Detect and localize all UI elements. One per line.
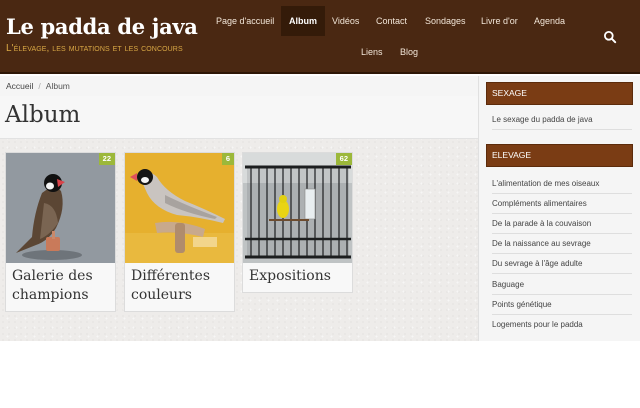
nav-sondages[interactable]: Sondages (417, 6, 474, 36)
search-icon[interactable] (603, 30, 617, 44)
album-card-galerie-des-champions[interactable]: 22 Galerie des champions (5, 152, 116, 312)
album-count-badge: 6 (221, 153, 234, 165)
album-count-badge: 22 (98, 153, 115, 165)
album-card-expositions[interactable]: 62 Expositions (242, 152, 353, 293)
site-header: Le padda de java L'élevage, les mutation… (0, 0, 640, 74)
album-title[interactable]: Galerie des champions (6, 263, 115, 311)
breadcrumb-separator: / (38, 81, 41, 91)
site-title[interactable]: Le padda de java (6, 14, 198, 39)
nav-videos[interactable]: Vidéos (324, 6, 367, 36)
sidebar-link[interactable]: Points génétique (492, 295, 632, 315)
site-tagline: L'élevage, les mutations et les concours (6, 43, 183, 54)
nav-blog[interactable]: Blog (392, 37, 426, 67)
sidebar-link[interactable]: Du sevrage à l'âge adulte (492, 254, 632, 274)
album-thumbnail-bird-image[interactable] (125, 153, 234, 263)
sidebar-link[interactable]: De la parade à la couvaison (492, 214, 632, 234)
sidebar-link[interactable]: De la naissance au sevrage (492, 234, 632, 254)
sidebar-heading-sexage: SEXAGE (486, 82, 633, 105)
sidebar-link[interactable]: Logements pour le padda (492, 315, 632, 335)
breadcrumb-current: Album (45, 81, 70, 91)
nav-livre-dor[interactable]: Livre d'or (473, 6, 526, 36)
breadcrumb-home[interactable]: Accueil (6, 81, 33, 91)
album-grid: 22 Galerie des champions 6 Différentes c… (0, 139, 478, 341)
breadcrumb: Accueil / Album (0, 76, 478, 96)
sidebar: SEXAGE Le sexage du padda de java ELEVAG… (478, 76, 640, 341)
sidebar-link[interactable]: Baguage (492, 275, 632, 295)
album-title[interactable]: Différentes couleurs (125, 263, 234, 311)
album-thumbnail-bird-image[interactable] (6, 153, 115, 263)
album-thumbnail-cage-image[interactable] (243, 153, 352, 263)
album-card-differentes-couleurs[interactable]: 6 Différentes couleurs (124, 152, 235, 312)
nav-liens[interactable]: Liens (353, 37, 391, 67)
nav-page-accueil[interactable]: Page d'accueil (208, 6, 282, 36)
nav-contact[interactable]: Contact (368, 6, 415, 36)
album-title[interactable]: Expositions (243, 263, 352, 292)
sidebar-link[interactable]: L'alimentation de mes oiseaux (492, 174, 632, 194)
page-title: Album (5, 102, 81, 128)
sidebar-link[interactable]: Compléments alimentaires (492, 194, 632, 214)
sidebar-link[interactable]: Le sexage du padda de java (492, 110, 632, 130)
page-title-bar: Album (0, 96, 478, 139)
album-count-badge: 62 (335, 153, 352, 165)
sidebar-heading-elevage: ELEVAGE (486, 144, 633, 167)
nav-agenda[interactable]: Agenda (526, 6, 573, 36)
nav-album[interactable]: Album (281, 6, 325, 36)
